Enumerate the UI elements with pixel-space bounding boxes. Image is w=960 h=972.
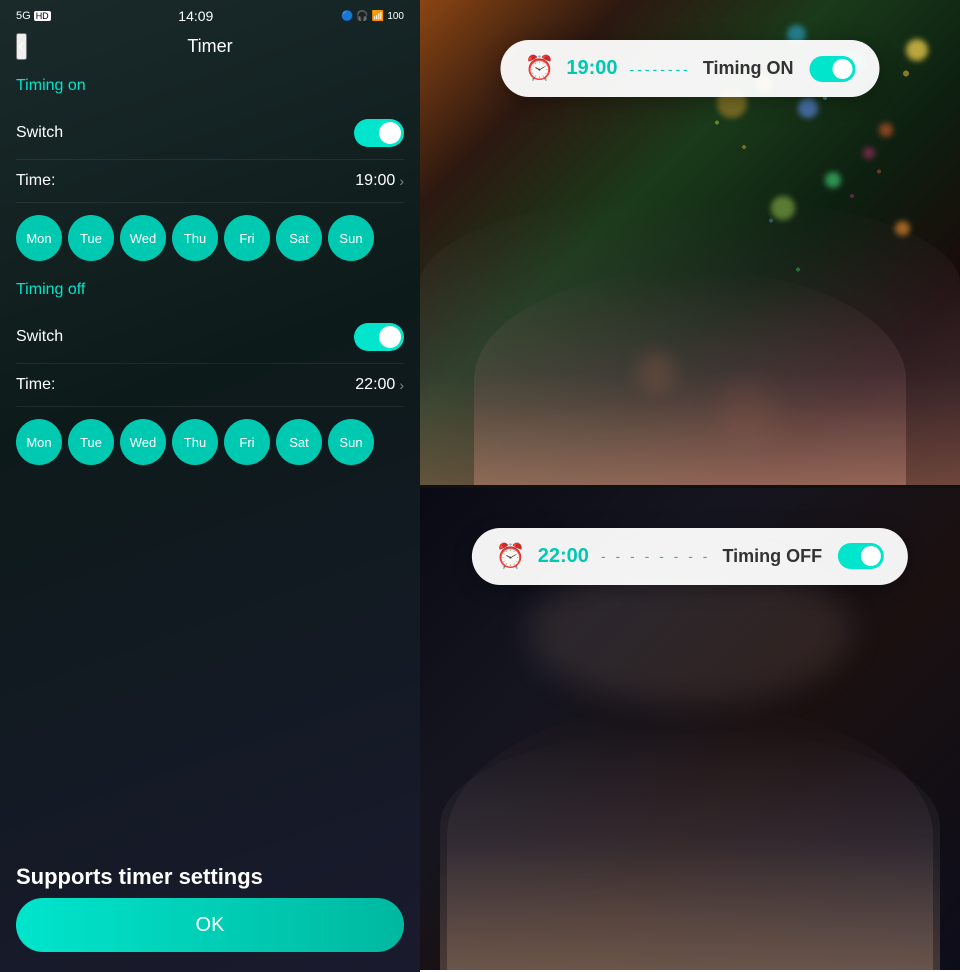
timing-on-section-title: Timing on <box>16 77 404 95</box>
timing-off-day-sat[interactable]: Sat <box>276 419 322 465</box>
page-title: Timer <box>187 36 232 57</box>
timing-on-time-label: Time: <box>16 172 55 190</box>
top-photo-section: ⏰ 19:00 -------- Timing ON <box>420 0 960 485</box>
status-time: 14:09 <box>178 8 213 24</box>
timing-on-card-time: 19:00 <box>566 57 617 80</box>
timing-on-day-sun[interactable]: Sun <box>328 215 374 261</box>
title-bar: ‹ Timer <box>0 28 420 69</box>
timing-on-day-wed[interactable]: Wed <box>120 215 166 261</box>
timing-off-section-title: Timing off <box>16 281 404 299</box>
status-bar: 5G HD 14:09 🔵 🎧 📶 100 <box>0 0 420 28</box>
battery-icon: 100 <box>387 11 404 22</box>
right-panel: ⏰ 19:00 -------- Timing ON ⏰ 22:00 - - -… <box>420 0 960 972</box>
content-area: Timing on Switch Time: 19:00 › Mon Tue W… <box>0 69 420 848</box>
timing-on-days-row: Mon Tue Wed Thu Fri Sat Sun <box>16 203 404 273</box>
timing-off-toggle[interactable] <box>354 323 404 351</box>
timing-on-switch-label: Switch <box>16 124 63 142</box>
timing-on-card-dots: -------- <box>630 61 691 77</box>
timing-on-time-value: 19:00 › <box>355 172 404 190</box>
timing-off-day-tue[interactable]: Tue <box>68 419 114 465</box>
timing-off-card-dots: - - - - - - - - <box>601 548 711 564</box>
timing-off-time-value: 22:00 › <box>355 376 404 394</box>
timing-on-day-mon[interactable]: Mon <box>16 215 62 261</box>
status-signal: 5G HD <box>16 10 51 22</box>
alarm-icon-bottom: ⏰ <box>496 542 526 571</box>
timing-off-card: ⏰ 22:00 - - - - - - - - Timing OFF <box>472 528 908 585</box>
phone-panel: 5G HD 14:09 🔵 🎧 📶 100 ‹ Timer Timing on … <box>0 0 420 972</box>
timing-on-day-thu[interactable]: Thu <box>172 215 218 261</box>
timing-off-days-row: Mon Tue Wed Thu Fri Sat Sun <box>16 407 404 477</box>
supports-text: Supports timer settings <box>0 848 420 898</box>
timing-on-time-row[interactable]: Time: 19:00 › <box>16 160 404 203</box>
timing-on-card-label: Timing ON <box>703 58 794 79</box>
timing-on-chevron: › <box>399 173 404 189</box>
timing-on-toggle[interactable] <box>354 119 404 147</box>
timing-off-day-sun[interactable]: Sun <box>328 419 374 465</box>
timing-off-day-fri[interactable]: Fri <box>224 419 270 465</box>
ok-button[interactable]: OK <box>16 898 404 952</box>
bluetooth-icon: 🔵 <box>341 11 353 22</box>
timing-off-day-wed[interactable]: Wed <box>120 419 166 465</box>
timing-on-switch-row: Switch <box>16 107 404 160</box>
timing-on-day-tue[interactable]: Tue <box>68 215 114 261</box>
timing-off-day-mon[interactable]: Mon <box>16 419 62 465</box>
signal-icon: 5G <box>16 10 31 22</box>
status-icons: 🔵 🎧 📶 100 <box>341 11 404 22</box>
timing-off-card-time: 22:00 <box>538 545 589 568</box>
timing-on-card: ⏰ 19:00 -------- Timing ON <box>500 40 879 97</box>
hd-icon: HD <box>34 11 51 21</box>
timing-on-day-sat[interactable]: Sat <box>276 215 322 261</box>
timing-off-chevron: › <box>399 377 404 393</box>
timing-off-time-label: Time: <box>16 376 55 394</box>
timing-off-card-label: Timing OFF <box>722 546 822 567</box>
timing-off-switch-row: Switch <box>16 311 404 364</box>
bottom-photo-section: ⏰ 22:00 - - - - - - - - Timing OFF <box>420 488 960 972</box>
timing-off-day-thu[interactable]: Thu <box>172 419 218 465</box>
alarm-icon-top: ⏰ <box>524 54 554 83</box>
timing-on-day-fri[interactable]: Fri <box>224 215 270 261</box>
headphone-icon: 🎧 <box>356 11 368 22</box>
timing-off-card-toggle[interactable] <box>838 543 884 569</box>
wifi-icon: 📶 <box>372 11 384 22</box>
back-button[interactable]: ‹ <box>16 33 27 60</box>
timing-on-card-toggle[interactable] <box>810 56 856 82</box>
timing-off-time-row[interactable]: Time: 22:00 › <box>16 364 404 407</box>
timing-off-switch-label: Switch <box>16 328 63 346</box>
